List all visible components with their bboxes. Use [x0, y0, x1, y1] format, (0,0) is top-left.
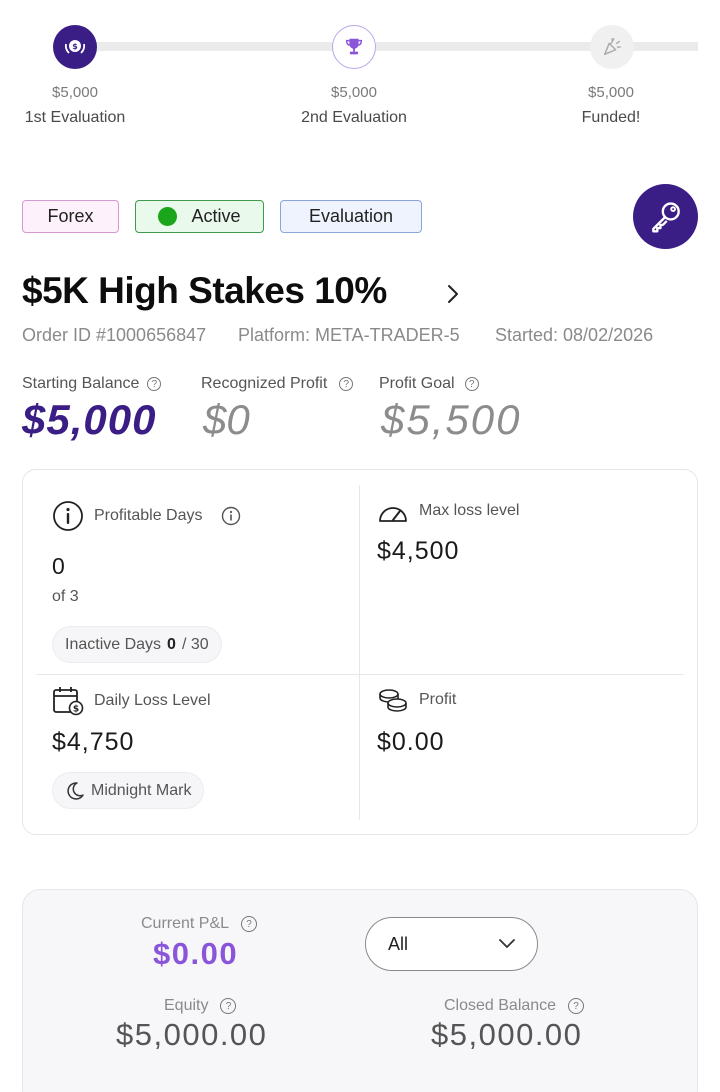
starting-balance-label: Starting Balance ?	[22, 375, 162, 393]
market-chip-label: Forex	[47, 206, 94, 226]
info-icon[interactable]	[221, 506, 241, 526]
recognized-profit-value: $0	[203, 396, 250, 443]
gauge-icon	[379, 507, 407, 522]
svg-text:$: $	[73, 705, 79, 715]
status-dot	[158, 207, 178, 226]
help-icon[interactable]: ?	[339, 377, 354, 391]
inactive-days-pill: Inactive Days 0 / 30	[52, 626, 222, 663]
progress-track-3	[632, 42, 698, 51]
profit-value: $0.00	[377, 728, 445, 756]
starting-balance-value: $5,000	[22, 396, 157, 443]
pnl-panel	[22, 889, 698, 1092]
help-icon[interactable]: ?	[464, 377, 479, 391]
pnl-period-selected: All	[388, 933, 409, 954]
profit-goal-value: $5,500	[381, 396, 522, 443]
equity-value: $5,000.00	[116, 1017, 268, 1052]
calendar-dollar-icon: $	[53, 687, 84, 716]
chevron-down-icon	[499, 939, 515, 948]
badge-icon: $	[64, 40, 86, 54]
help-icon[interactable]: ?	[220, 998, 237, 1014]
order-id: Order ID #1000656847	[22, 325, 207, 345]
step-2-amount: $5,000	[331, 84, 377, 101]
help-icon[interactable]: ?	[147, 377, 162, 391]
profit-label: Profit	[377, 688, 456, 712]
closed-balance-label: Closed Balance ?	[444, 997, 585, 1015]
card-divider-horizontal	[36, 674, 684, 675]
account-details-chevron[interactable]	[442, 282, 464, 306]
chevron-right-icon	[448, 285, 458, 303]
status-chip-label: Active	[191, 206, 241, 226]
step-1-label: 1st Evaluation	[24, 109, 126, 126]
profit-goal-label: Profit Goal ?	[379, 375, 479, 393]
progress-track-2	[376, 42, 592, 51]
market-chip: Forex	[22, 200, 119, 233]
closed-balance-value: $5,000.00	[431, 1017, 583, 1052]
inactive-days-count: 0	[167, 635, 176, 653]
step-3-label: Funded!	[581, 109, 641, 126]
svg-text:$: $	[72, 42, 78, 51]
step-2-label: 2nd Evaluation	[301, 109, 407, 126]
help-icon[interactable]: ?	[241, 916, 258, 932]
current-pnl-value: $0.00	[153, 936, 239, 971]
pnl-period-select[interactable]: All	[365, 917, 538, 971]
current-pnl-label: Current P&L ?	[141, 915, 258, 933]
daily-loss-value: $4,750	[52, 728, 135, 756]
credentials-button[interactable]	[633, 184, 698, 249]
account-title: $5K High Stakes 10%	[22, 270, 387, 311]
platform: Platform: META-TRADER-5	[238, 325, 460, 345]
step-3-amount: $5,000	[588, 84, 634, 101]
coins-icon	[379, 689, 407, 712]
moon-icon	[67, 781, 84, 800]
start-date: Started: 08/02/2026	[495, 325, 654, 345]
status-chip: Active	[135, 200, 264, 233]
key-icon	[651, 201, 680, 232]
progress-track-1	[96, 42, 334, 51]
equity-label: Equity ?	[164, 997, 237, 1015]
trophy-icon	[345, 38, 363, 55]
info-circle-icon	[53, 501, 83, 531]
max-loss-label: Max loss level	[377, 498, 519, 524]
recognized-profit-label: Recognized Profit ?	[201, 375, 354, 393]
profitable-days-value: 0	[52, 553, 66, 579]
phase-chip: Evaluation	[280, 200, 422, 233]
help-icon[interactable]: ?	[568, 998, 585, 1014]
step-3-badge	[590, 25, 634, 69]
card-divider-vertical	[359, 485, 360, 820]
profitable-days-label: Profitable Days	[52, 500, 241, 532]
step-1-amount: $5,000	[52, 84, 98, 101]
midnight-mark-pill: Midnight Mark	[52, 772, 205, 809]
party-popper-icon	[603, 38, 621, 56]
max-loss-value: $4,500	[377, 537, 460, 565]
step-1-badge: $	[53, 25, 97, 69]
profitable-days-target: of 3	[52, 588, 79, 605]
step-2-badge	[332, 25, 376, 69]
daily-loss-label: $ Daily Loss Level	[52, 686, 211, 716]
phase-chip-label: Evaluation	[308, 206, 394, 226]
